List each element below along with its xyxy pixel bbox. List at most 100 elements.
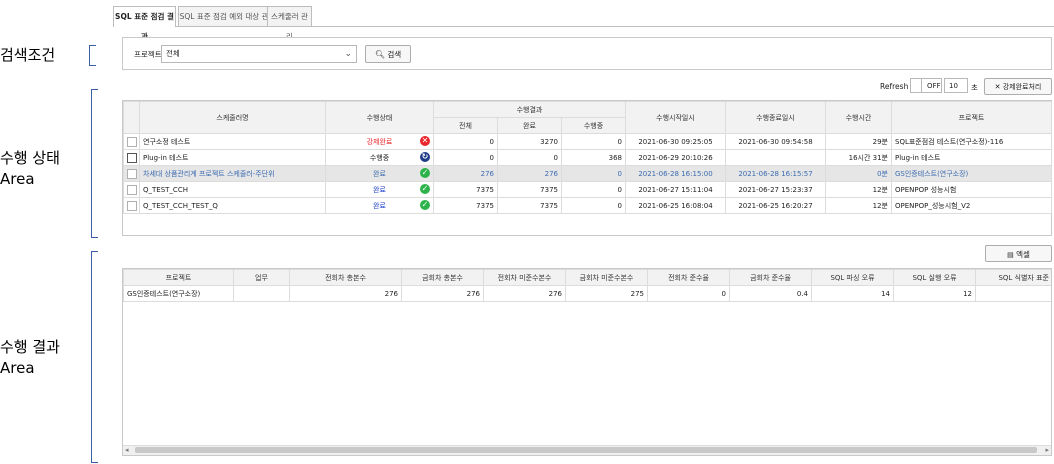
result-body: GS인증테스트(연구소장) 276 276 276 275 0 0.4 14 12	[123, 285, 1051, 302]
cell-running: 0	[561, 133, 626, 150]
force-complete-label: 강제완료처리	[1002, 83, 1042, 91]
excel-button[interactable]: ▤ 엑셀	[985, 245, 1052, 262]
excel-icon: ▤	[1007, 251, 1014, 259]
search-panel: 프로젝트 전체 ⌄ 🔍︎ 검색	[122, 37, 1052, 70]
status-area-bracket	[91, 89, 98, 238]
cell-total: 0	[433, 133, 498, 150]
scroll-right-icon[interactable]: ▸	[1045, 446, 1049, 455]
cell-end: 2021-06-25 16:20:27	[725, 197, 826, 214]
state-text: 완료	[373, 185, 386, 194]
chevron-down-icon: ⌄	[344, 49, 352, 59]
cell-scheduler: Q_TEST_CCH	[139, 181, 326, 198]
result-header-cell: 전회차 미준수본수	[483, 269, 566, 286]
cell-project: GS인증테스트(연구소장)	[891, 165, 1052, 182]
result-header-cell: SQL 식별자 표준 미준수	[975, 269, 1051, 286]
row-checkbox[interactable]	[127, 200, 137, 211]
refresh-toggle[interactable]: OFF	[910, 78, 942, 93]
header-running: 수행중	[561, 117, 626, 134]
project-label: 프로젝트	[134, 50, 162, 59]
row-checkbox[interactable]	[127, 136, 137, 147]
tab-sql-check-result[interactable]: SQL 표준 점검 결과	[113, 6, 176, 41]
result-panel: 프로젝트 업무 전회차 총본수 금회차 총본수 전회차 미준수본수 금회차 미준수본수 전회…	[122, 268, 1052, 456]
result-cell: 0	[647, 285, 730, 302]
cell-state: 완료 ✓	[325, 197, 434, 214]
result-header-cell: 금회차 준수율	[729, 269, 812, 286]
state-text: 강제완료	[366, 137, 393, 146]
header-total: 전체	[433, 117, 498, 134]
cell-project: Plug-in 테스트	[891, 149, 1052, 166]
result-cell: 12	[893, 285, 976, 302]
status-table: 스케줄러명 수행상태 수행결과 수행시작일시 수행종료일시 수행시간 프로젝트 …	[123, 101, 1052, 214]
cell-done: 276	[497, 165, 562, 182]
table-row-selected[interactable]: 차세대 상품관리계 프로젝트 스케줄러-주단위 완료 ✓ 276 276 0 20…	[123, 165, 1052, 182]
force-complete-button[interactable]: ✕ 강제완료처리	[984, 78, 1052, 95]
cell-done: 7375	[497, 181, 562, 198]
result-header-cell: SQL 파싱 오류	[811, 269, 894, 286]
result-cell: 0.4	[729, 285, 812, 302]
cell-done: 7375	[497, 197, 562, 214]
check-icon: ✓	[420, 168, 430, 178]
table-row[interactable]: Q_TEST_CCH 완료 ✓ 7375 7375 0 2021-06-27 15…	[123, 181, 1052, 198]
result-header-cell: 금회차 총본수	[401, 269, 484, 286]
table-row[interactable]: Q_TEST_CCH_TEST_Q 완료 ✓ 7375 7375 0 2021-0…	[123, 197, 1052, 214]
result-cell: 276	[289, 285, 402, 302]
cell-total: 0	[433, 149, 498, 166]
cell-scheduler: Plug-in 테스트	[139, 149, 326, 166]
cell-running: 368	[561, 149, 626, 166]
result-header-cell: 프로젝트	[123, 269, 234, 286]
row-checkbox[interactable]	[127, 168, 137, 179]
result-area-label: 수행 결과 Area	[0, 338, 60, 377]
result-cell: 275	[565, 285, 648, 302]
result-area-bracket	[91, 251, 98, 463]
scrollbar-thumb[interactable]	[135, 447, 1037, 453]
header-project: 프로젝트	[891, 101, 1052, 134]
error-x-icon: ✕	[420, 136, 430, 146]
cell-done: 0	[497, 149, 562, 166]
table-row[interactable]: GS인증테스트(연구소장) 276 276 276 275 0 0.4 14 12	[123, 285, 1051, 302]
cell-state: 완료 ✓	[325, 181, 434, 198]
result-header-row: 프로젝트 업무 전회차 총본수 금회차 총본수 전회차 미준수본수 금회차 미준수본수 전회…	[123, 269, 1051, 286]
cell-end	[725, 149, 826, 166]
cell-scheduler: Q_TEST_CCH_TEST_Q	[139, 197, 326, 214]
table-row[interactable]: 연구소정 테스트 강제완료 ✕ 0 3270 0 2021-06-30 09:25…	[123, 133, 1052, 150]
header-end: 수행종료일시	[725, 101, 826, 134]
cell-scheduler: 차세대 상품관리계 프로젝트 스케줄러-주단위	[139, 165, 326, 182]
cell-project: OPENPOP_성능시험_V2	[891, 197, 1052, 214]
cell-end: 2021-06-27 15:23:37	[725, 181, 826, 198]
result-cell: GS인증테스트(연구소장)	[123, 285, 234, 302]
excel-button-label: 엑셀	[1016, 250, 1030, 259]
result-cell	[233, 285, 290, 302]
cell-end: 2021-06-30 09:54:58	[725, 133, 826, 150]
header-done: 완료	[497, 117, 562, 134]
search-icon: 🔍︎	[374, 50, 385, 59]
cell-start: 2021-06-29 20:10:26	[625, 149, 726, 166]
cell-running: 0	[561, 165, 626, 182]
cell-project: SQL표준점검 테스트(연구소정)-116	[891, 133, 1052, 150]
project-select-value: 전체	[166, 49, 180, 58]
state-text: 완료	[373, 201, 386, 210]
result-header-cell: 금회차 미준수본수	[565, 269, 648, 286]
cell-state: 강제완료 ✕	[325, 133, 434, 150]
cell-elapsed: 12분	[825, 197, 892, 214]
project-select[interactable]: 전체 ⌄	[161, 45, 357, 63]
table-row[interactable]: Plug-in 테스트 수행중 ↻ 0 0 368 2021-06-29 20:1…	[123, 149, 1052, 166]
search-area-bracket	[89, 45, 96, 66]
cell-elapsed: 0분	[825, 165, 892, 182]
close-icon: ✕	[994, 83, 1001, 91]
scroll-left-icon[interactable]: ◂	[125, 446, 129, 455]
toggle-knob	[911, 79, 922, 92]
header-start: 수행시작일시	[625, 101, 726, 134]
cell-project: OPENPOP 성능시험	[891, 181, 1052, 198]
refresh-label: Refresh	[880, 82, 909, 91]
search-button[interactable]: 🔍︎ 검색	[365, 45, 411, 63]
refresh-interval-input[interactable]: 10	[944, 78, 968, 93]
cell-total: 7375	[433, 181, 498, 198]
tab-scheduler-management[interactable]: 스케줄러 관리	[267, 6, 312, 41]
cell-start: 2021-06-27 15:11:04	[625, 181, 726, 198]
row-checkbox[interactable]	[127, 184, 137, 195]
horizontal-scrollbar[interactable]: ◂ ▸	[123, 445, 1051, 455]
row-checkbox[interactable]	[127, 152, 137, 163]
cell-elapsed: 16시간 31분	[825, 149, 892, 166]
cell-state: 완료 ✓	[325, 165, 434, 182]
tab-exception-management[interactable]: SQL 표준 점검 예외 대상 관리	[178, 6, 277, 26]
